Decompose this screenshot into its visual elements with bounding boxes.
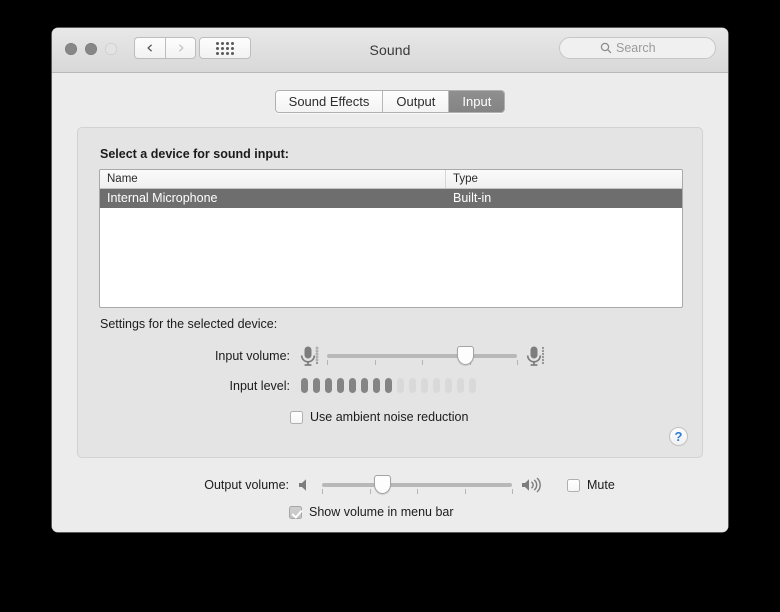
column-header-name[interactable]: Name [100,170,446,188]
settings-for-device-label: Settings for the selected device: [100,317,278,331]
input-level-segment [373,378,380,393]
tab-sound-effects[interactable]: Sound Effects [275,91,384,112]
input-level-segment [349,378,356,393]
tab-bar: Sound Effects Output Input [52,90,728,113]
tab-output[interactable]: Output [383,91,450,112]
sound-preferences-window: Sound Search Sound Effects Output Input … [52,28,728,532]
cell-device-type: Built-in [453,191,492,205]
window-content: Sound Effects Output Input Select a devi… [52,73,728,532]
table-header-row: Name Type [100,170,682,189]
speaker-mute-icon [297,477,314,493]
input-level-meter [301,378,476,393]
output-volume-track [322,483,512,487]
ambient-noise-checkbox-row[interactable]: Use ambient noise reduction [290,410,468,424]
input-level-segment [385,378,392,393]
input-volume-row: Input volume: [78,344,702,368]
input-level-segment [445,378,452,393]
tab-group: Sound Effects Output Input [274,90,506,113]
select-device-label: Select a device for sound input: [100,147,289,161]
input-level-segment [301,378,308,393]
speaker-loud-icon [520,477,550,493]
search-icon [600,42,612,54]
input-volume-slider[interactable] [327,345,518,367]
input-level-segment [325,378,332,393]
search-field[interactable]: Search [559,37,716,59]
input-level-segment [409,378,416,393]
ambient-noise-label: Use ambient noise reduction [310,410,469,424]
input-level-segment [433,378,440,393]
mute-label: Mute [587,478,615,492]
tab-input[interactable]: Input [449,91,505,112]
input-level-segment [361,378,368,393]
input-level-segment [457,378,464,393]
mute-checkbox[interactable] [567,478,580,492]
microphone-low-icon [297,344,321,368]
show-volume-label: Show volume in menu bar [309,505,454,519]
input-level-segment [337,378,344,393]
input-level-segment [313,378,320,393]
input-level-label: Input level: [229,378,290,393]
microphone-high-icon [523,344,547,368]
input-level-segment [421,378,428,393]
show-volume-checkbox[interactable] [289,505,302,519]
output-volume-row: Output volume: Mute [52,474,728,496]
input-level-row: Input level: [78,378,702,393]
input-level-segment [397,378,404,393]
output-volume-ticks [322,489,513,495]
input-settings-panel: Select a device for sound input: Name Ty… [77,127,703,458]
cell-device-name: Internal Microphone [107,191,218,205]
input-level-segment [469,378,476,393]
mute-checkbox-row[interactable]: Mute [567,478,615,492]
help-question-icon: ? [674,429,683,444]
ambient-noise-checkbox[interactable] [290,410,303,424]
input-volume-track [327,354,517,358]
window-titlebar: Sound Search [52,28,728,73]
device-list-table[interactable]: Name Type Internal Microphone Built-in [99,169,683,308]
help-button[interactable]: ? [669,427,688,446]
table-row[interactable]: Internal Microphone Built-in [100,189,682,208]
output-volume-label: Output volume: [204,478,289,492]
show-volume-checkbox-row[interactable]: Show volume in menu bar [289,505,454,519]
search-placeholder: Search [616,41,656,55]
input-volume-ticks [327,360,518,366]
column-header-type[interactable]: Type [446,170,682,188]
input-volume-label: Input volume: [214,349,290,363]
output-volume-slider[interactable] [322,474,513,496]
